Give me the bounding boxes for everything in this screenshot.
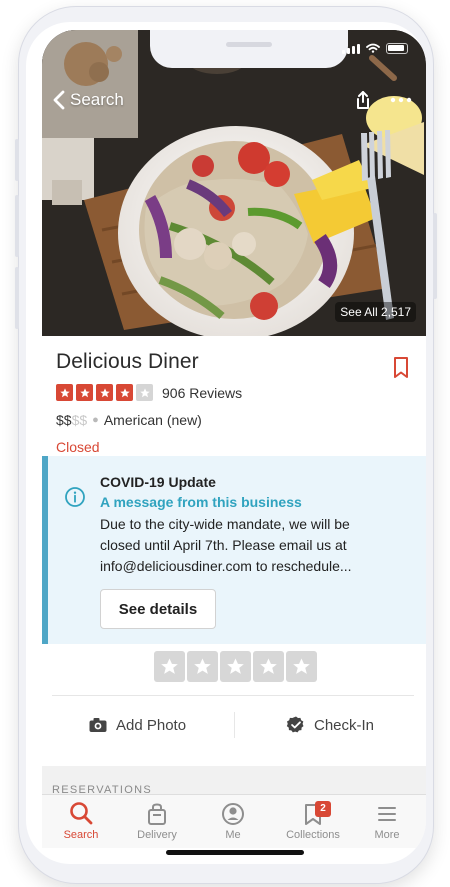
tab-collections[interactable]: Collections 2: [278, 801, 348, 847]
star-icon: [79, 387, 90, 397]
rate-star-2[interactable]: [187, 651, 218, 682]
reservations-label: RESERVATIONS: [52, 784, 152, 794]
rate-star-5[interactable]: [286, 651, 317, 682]
tab-me-label: Me: [225, 829, 241, 841]
actions-divider: [52, 695, 414, 696]
camera-icon: [89, 718, 107, 732]
star-icon: [194, 658, 211, 674]
star-icon: [293, 658, 310, 674]
check-in-label: Check-In: [314, 716, 375, 734]
business-category[interactable]: American (new): [104, 412, 202, 428]
hero-photo[interactable]: Search See All 2,517: [42, 30, 426, 336]
price-empty: $$: [71, 412, 88, 428]
hero-actions: [354, 90, 412, 110]
tab-more[interactable]: More: [352, 801, 422, 847]
covid-message: Due to the city-wide mandate, we will be…: [100, 516, 352, 574]
tab-collections-label: Collections: [286, 829, 340, 841]
see-all-photos-button[interactable]: See All 2,517: [335, 302, 416, 322]
rate-business-stars: [154, 651, 317, 682]
rating-and-actions: Add Photo Check-In: [42, 644, 426, 766]
back-button-label: Search: [70, 90, 124, 109]
phone-side-button-bottom: [15, 267, 19, 329]
rating-star-4: [116, 384, 133, 401]
chevron-left-icon: [53, 90, 65, 110]
business-status: Closed: [56, 439, 100, 455]
bookmark-icon[interactable]: [392, 356, 410, 380]
tab-delivery-label: Delivery: [137, 829, 177, 841]
phone-notch: [150, 30, 348, 68]
food-photo: [42, 30, 426, 336]
check-badge-icon: [286, 716, 304, 733]
home-indicator[interactable]: [166, 850, 304, 855]
check-in-button[interactable]: Check-In: [286, 702, 374, 748]
business-info: Delicious Diner 906 Reviews $$$$ ● Ameri…: [42, 336, 426, 456]
phone-side-button-top: [15, 139, 19, 181]
rate-star-4[interactable]: [253, 651, 284, 682]
rate-star-3[interactable]: [220, 651, 251, 682]
rating-star-1: [56, 384, 73, 401]
reservations-section: RESERVATIONS: [42, 766, 426, 794]
rating-star-5: [136, 384, 153, 401]
rating-star-3: [96, 384, 113, 401]
star-icon: [119, 387, 130, 397]
quick-actions: Add Photo Check-In: [42, 702, 426, 748]
star-icon: [227, 658, 244, 674]
delivery-icon: [148, 803, 166, 825]
bottom-tab-bar: Search Delivery Me Collections 2 More: [42, 794, 426, 848]
status-bar-icons: [342, 42, 408, 54]
review-count[interactable]: 906 Reviews: [162, 385, 242, 401]
tab-more-label: More: [374, 829, 400, 841]
covid-title: COVID-19 Update: [100, 474, 216, 490]
star-icon: [139, 387, 150, 397]
star-icon: [59, 387, 70, 397]
info-icon: [65, 487, 85, 507]
business-name: Delicious Diner: [56, 350, 199, 373]
phone-power-button: [433, 213, 437, 299]
star-icon: [99, 387, 110, 397]
covid-accent-bar: [42, 456, 48, 644]
tab-delivery[interactable]: Delivery: [122, 801, 192, 847]
star-icon: [260, 658, 277, 674]
add-photo-label: Add Photo: [116, 716, 187, 734]
actions-separator: [234, 712, 235, 738]
share-icon[interactable]: [354, 90, 372, 110]
tab-me[interactable]: Me: [198, 801, 268, 847]
star-icon: [161, 658, 178, 674]
rate-star-1[interactable]: [154, 651, 185, 682]
app-screen: Search See All 2,517 Delicious Diner 906…: [26, 22, 426, 864]
signal-icon: [342, 42, 360, 54]
rating-star-2: [76, 384, 93, 401]
add-photo-button[interactable]: Add Photo: [88, 702, 186, 748]
battery-icon: [386, 42, 408, 54]
back-to-search-button[interactable]: Search: [52, 90, 124, 110]
more-options-icon[interactable]: [390, 96, 412, 104]
menu-icon: [378, 807, 396, 821]
business-meta: $$$$ ● American (new): [56, 412, 202, 428]
see-details-label: See details: [118, 600, 198, 618]
tab-search[interactable]: Search: [46, 801, 116, 847]
wifi-icon: [366, 43, 380, 53]
me-icon: [222, 803, 244, 825]
price-level: $$$$: [56, 412, 87, 428]
covid-subtitle: A message from this business: [100, 494, 302, 510]
separator-dot: ●: [92, 414, 99, 426]
see-details-button[interactable]: See details: [100, 589, 216, 629]
tab-search-label: Search: [63, 829, 99, 841]
search-icon: [70, 802, 93, 825]
covid-update-card: COVID-19 Update A message from this busi…: [42, 456, 426, 644]
phone-side-button-mid: [15, 195, 19, 257]
see-all-label: See All 2,517: [340, 305, 411, 319]
price-filled: $$: [56, 412, 72, 428]
collections-badge: 2: [315, 801, 331, 817]
rating-row: 906 Reviews: [56, 384, 242, 401]
